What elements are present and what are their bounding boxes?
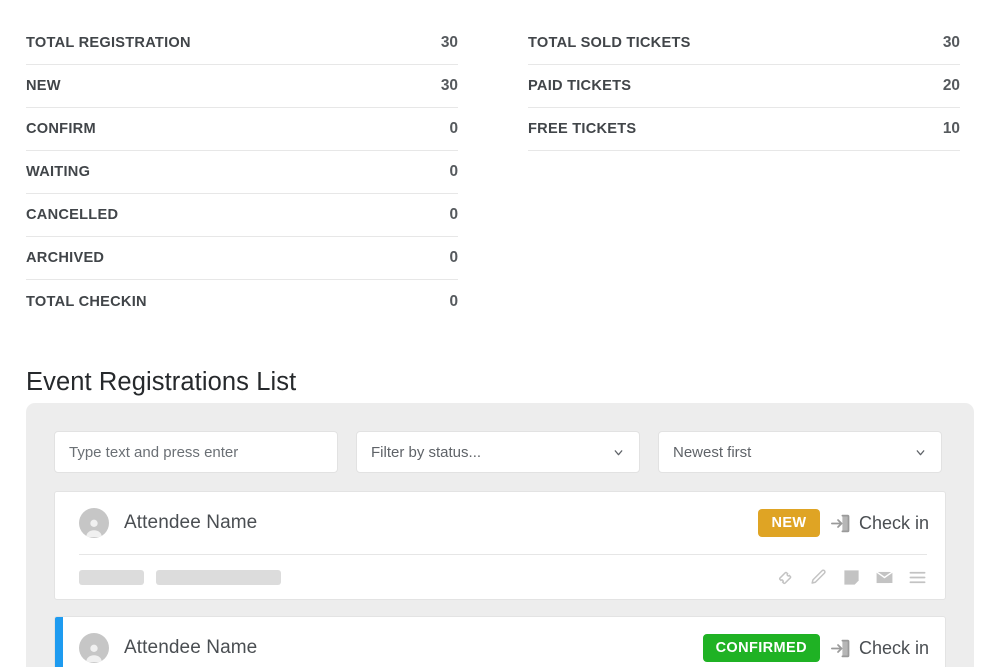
registration-cards: Attendee Name NEW Check in xyxy=(54,491,946,667)
stat-row: FREE TICKETS 10 xyxy=(528,108,960,151)
search-input[interactable] xyxy=(69,444,323,461)
sort-order-select[interactable]: Newest first xyxy=(658,431,942,473)
stat-row: TOTAL CHECKIN 0 xyxy=(26,280,458,323)
user-avatar-icon xyxy=(79,633,109,663)
stat-row: PAID TICKETS 20 xyxy=(528,65,960,108)
envelope-icon[interactable] xyxy=(875,568,894,587)
stat-row: TOTAL REGISTRATION 30 xyxy=(26,22,458,65)
stat-label: WAITING xyxy=(26,164,90,180)
stat-row: ARCHIVED 0 xyxy=(26,237,458,280)
stat-label: ARCHIVED xyxy=(26,250,104,266)
stat-row: TOTAL SOLD TICKETS 30 xyxy=(528,22,960,65)
registrations-page: TOTAL REGISTRATION 30 NEW 30 CONFIRM 0 W… xyxy=(0,0,1000,667)
page-title: Event Registrations List xyxy=(26,368,1000,397)
stat-value: 0 xyxy=(449,120,458,138)
stat-value: 0 xyxy=(449,249,458,267)
list-item-header: Attendee Name NEW Check in xyxy=(55,492,945,554)
list-item-actions: NEW Check in xyxy=(758,509,929,537)
status-badge: CONFIRMED xyxy=(703,634,820,662)
check-in-button[interactable]: Check in xyxy=(831,638,929,659)
stat-label: TOTAL REGISTRATION xyxy=(26,35,191,51)
stat-label: PAID TICKETS xyxy=(528,78,631,94)
status-filter-select[interactable]: Filter by status... xyxy=(356,431,640,473)
check-in-label: Check in xyxy=(859,513,929,534)
stat-label: CANCELLED xyxy=(26,207,118,223)
status-filter-value: Filter by status... xyxy=(371,444,481,461)
status-badge: NEW xyxy=(758,509,820,537)
list-item-footer xyxy=(55,555,945,599)
stat-value: 30 xyxy=(441,77,458,95)
stat-row: CANCELLED 0 xyxy=(26,194,458,237)
stat-label: FREE TICKETS xyxy=(528,121,636,137)
user-avatar-icon xyxy=(79,508,109,538)
stats-column-registrations: TOTAL REGISTRATION 30 NEW 30 CONFIRM 0 W… xyxy=(26,22,458,323)
stat-row: NEW 30 xyxy=(26,65,458,108)
menu-icon[interactable] xyxy=(908,568,927,587)
check-in-button[interactable]: Check in xyxy=(831,513,929,534)
placeholder-bars xyxy=(79,570,281,585)
check-in-label: Check in xyxy=(859,638,929,659)
sort-order-value: Newest first xyxy=(673,444,751,461)
stat-row: WAITING 0 xyxy=(26,151,458,194)
search-field[interactable] xyxy=(54,431,338,473)
filter-bar: Filter by status... Newest first xyxy=(54,431,946,473)
stat-value: 10 xyxy=(943,120,960,138)
stat-value: 0 xyxy=(449,163,458,181)
placeholder-bar xyxy=(79,570,144,585)
stat-label: NEW xyxy=(26,78,61,94)
stat-value: 20 xyxy=(943,77,960,95)
sign-in-door-icon xyxy=(831,513,852,534)
stat-value: 0 xyxy=(449,293,458,311)
attendee-name: Attendee Name xyxy=(124,512,257,534)
ticket-icon[interactable] xyxy=(776,568,795,587)
stats-column-tickets: TOTAL SOLD TICKETS 30 PAID TICKETS 20 FR… xyxy=(528,22,960,323)
pencil-icon[interactable] xyxy=(809,568,828,587)
chevron-down-icon xyxy=(612,446,625,459)
stat-label: TOTAL CHECKIN xyxy=(26,294,147,310)
stat-label: CONFIRM xyxy=(26,121,96,137)
stats-summary: TOTAL REGISTRATION 30 NEW 30 CONFIRM 0 W… xyxy=(0,0,1000,323)
list-item-actions: CONFIRMED Check in xyxy=(703,634,929,662)
chevron-down-icon xyxy=(914,446,927,459)
stat-value: 0 xyxy=(449,206,458,224)
attendee-name: Attendee Name xyxy=(124,637,257,659)
stat-value: 30 xyxy=(943,34,960,52)
stat-row: CONFIRM 0 xyxy=(26,108,458,151)
list-item[interactable]: Attendee Name CONFIRMED Chec xyxy=(54,616,946,667)
status-accent-bar xyxy=(55,492,63,599)
note-icon[interactable] xyxy=(842,568,861,587)
stat-label: TOTAL SOLD TICKETS xyxy=(528,35,691,51)
status-accent-bar xyxy=(55,617,63,667)
stat-value: 30 xyxy=(441,34,458,52)
row-action-icons xyxy=(776,568,927,587)
list-item[interactable]: Attendee Name NEW Check in xyxy=(54,491,946,600)
placeholder-bar xyxy=(156,570,281,585)
registrations-list-panel: Filter by status... Newest first xyxy=(26,403,974,667)
sign-in-door-icon xyxy=(831,638,852,659)
list-item-header: Attendee Name CONFIRMED Chec xyxy=(55,617,945,667)
